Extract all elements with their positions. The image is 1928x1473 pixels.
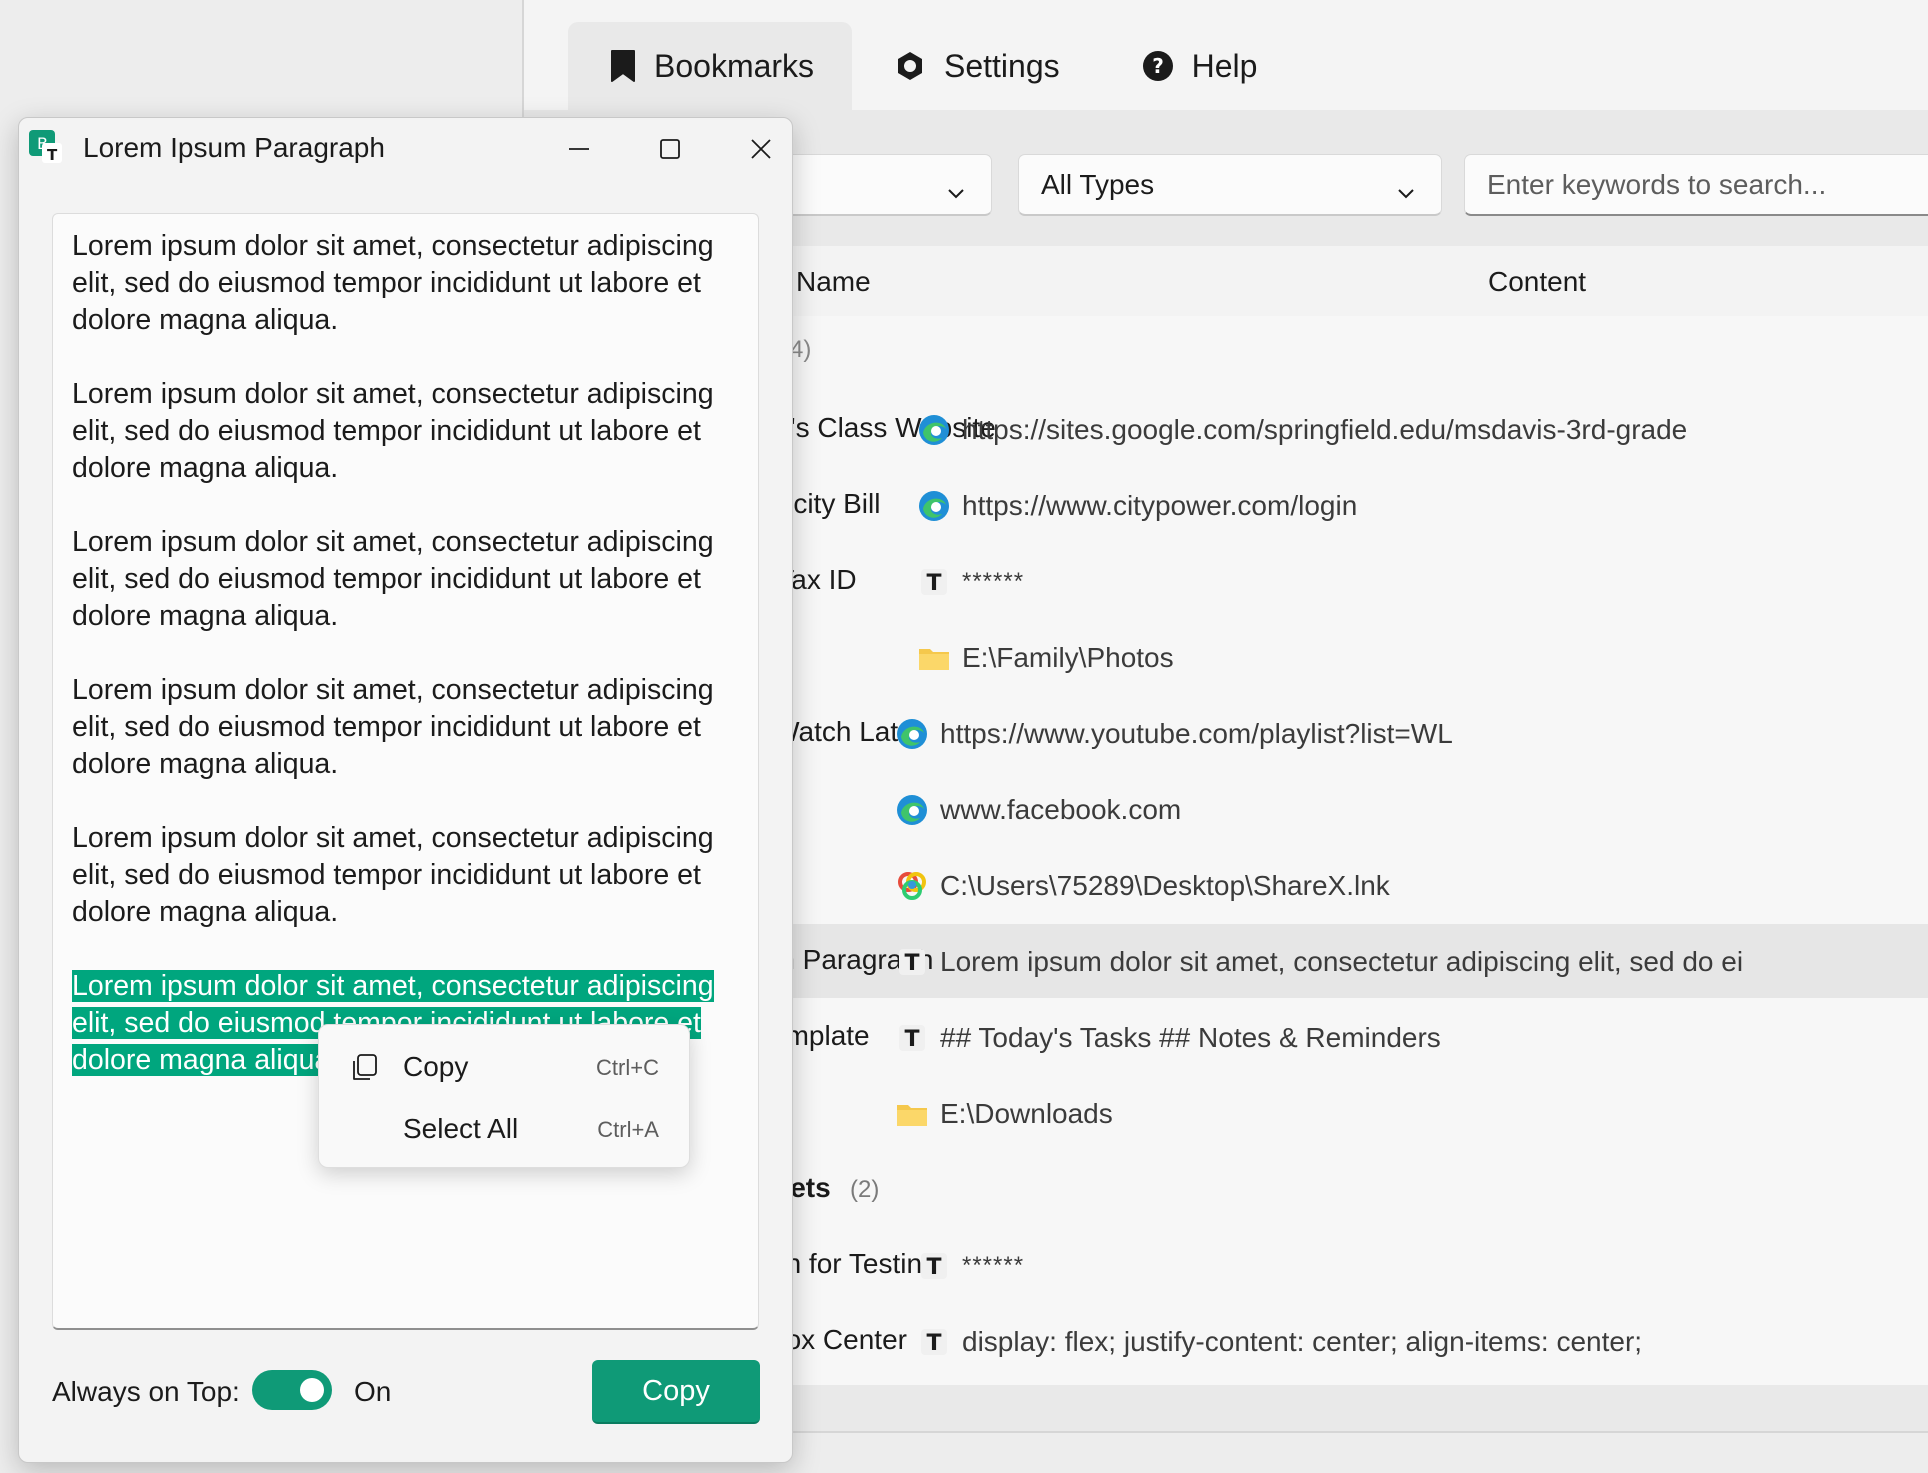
tab-bookmarks[interactable]: Bookmarks [568,22,852,110]
bookmark-content: https://www.youtube.com/playlist?list=WL [894,716,1453,752]
bookmark-icon [610,48,636,84]
folder-icon [916,640,952,676]
content-text: ****** [962,568,1025,595]
folder-icon [894,1096,930,1132]
tab-help[interactable]: ? Help [1100,22,1298,110]
toggle-state-label: On [354,1376,392,1407]
search-input[interactable]: Enter keywords to search... [1464,154,1928,216]
bookmark-name: 4) [790,336,812,363]
bookmark-content: Tdisplay: flex; justify-content: center;… [916,1324,1642,1360]
gear-icon [894,48,926,84]
edge-icon [916,412,952,448]
svg-text:T: T [904,951,919,976]
content-text: Lorem ipsum dolor sit amet, consectetur … [940,946,1744,977]
maximize-icon [660,139,680,159]
bookmark-content: C:\Users\75289\Desktop\ShareX.lnk [894,868,1390,904]
menu-item-label: Select All [403,1113,519,1144]
content-text: https://www.citypower.com/login [962,490,1358,521]
bookmark-content: https://sites.google.com/springfield.edu… [916,412,1687,448]
bookmark-content: https://www.citypower.com/login [916,488,1357,524]
content-text: ****** [962,1252,1025,1279]
menu-item-select-all[interactable]: Select All Ctrl+A [319,1097,689,1159]
svg-text:T: T [904,1027,919,1052]
edge-icon [894,716,930,752]
content-text: www.facebook.com [940,794,1182,825]
bookmark-content: E:\Family\Photos [916,640,1174,676]
sharex-icon [894,868,930,904]
text-icon: T [916,1324,952,1360]
lorem-ipsum-popup-window: B T Lorem Ipsum Paragraph Lorem ipsum do… [18,117,793,1463]
title-bar[interactable]: B T Lorem Ipsum Paragraph [19,118,792,180]
type-filter-dropdown[interactable]: All Types [1018,154,1442,216]
maximize-button[interactable] [625,118,715,180]
svg-text:T: T [926,1255,941,1280]
context-menu: Copy Ctrl+C Select All Ctrl+A [318,1024,690,1168]
minimize-icon [569,148,589,150]
close-button[interactable] [716,118,792,180]
edge-icon [916,488,952,524]
bookmark-content: E:\Downloads [894,1096,1113,1132]
bookmark-content: www.facebook.com [894,792,1181,828]
bookmark-content: T Lorem ipsum dolor sit amet, consectetur… [894,944,1743,980]
svg-text:T: T [926,1331,941,1356]
copy-button[interactable]: Copy [592,1360,760,1424]
copy-icon [349,1053,379,1083]
type-filter-value: All Types [1041,168,1155,200]
always-on-top-toggle[interactable] [252,1370,332,1410]
close-icon [751,139,771,159]
tab-bar: Bookmarks Settings ? Help [568,22,1297,110]
paragraph: Lorem ipsum dolor sit amet, consectetur … [72,526,714,632]
bookmark-content: T ****** [916,564,1024,600]
tab-label: Bookmarks [654,47,815,84]
tab-label: Settings [944,47,1060,84]
content-text: C:\Users\75289\Desktop\ShareX.lnk [940,870,1390,901]
text-icon: T [916,564,952,600]
menu-item-shortcut: Ctrl+C [596,1055,659,1080]
content-text: https://sites.google.com/springfield.edu… [962,414,1688,445]
column-content-header[interactable]: Content [1488,266,1586,298]
app-icon: B T [28,129,64,165]
content-text: E:\Family\Photos [962,642,1174,673]
chevron-down-icon [1397,175,1415,207]
search-placeholder: Enter keywords to search... [1487,168,1827,200]
help-icon: ? [1142,48,1174,84]
content-text: display: flex; justify-content: center; … [962,1326,1643,1357]
tab-settings[interactable]: Settings [852,22,1100,110]
minimize-button[interactable] [534,118,624,180]
svg-text:?: ? [1152,54,1164,78]
paragraph: Lorem ipsum dolor sit amet, consectetur … [72,674,714,780]
chevron-down-icon [947,175,965,207]
text-icon: T [916,1248,952,1284]
text-icon: T [894,1020,930,1056]
window-title: Lorem Ipsum Paragraph [83,132,385,163]
menu-item-label: Copy [403,1051,469,1082]
menu-item-copy[interactable]: Copy Ctrl+C [319,1035,689,1097]
svg-text:T: T [47,146,58,164]
paragraph: Lorem ipsum dolor sit amet, consectetur … [72,378,714,484]
edge-icon [894,792,930,828]
menu-item-shortcut: Ctrl+A [597,1117,659,1142]
bookmark-content: T ****** [916,1248,1024,1284]
svg-text:T: T [926,571,941,596]
content-text: E:\Downloads [940,1098,1113,1129]
paragraph: Lorem ipsum dolor sit amet, consectetur … [72,230,714,336]
text-icon: T [894,944,930,980]
tab-label: Help [1191,47,1258,84]
content-text: ## Today's Tasks ## Notes & Reminders [940,1022,1441,1053]
group-count: (2) [850,1176,880,1203]
bookmark-content: T ## Today's Tasks ## Notes & Reminders [894,1020,1441,1056]
column-name-header[interactable]: Name [796,266,871,298]
paragraph: Lorem ipsum dolor sit amet, consectetur … [72,822,714,928]
toggle-knob [300,1378,324,1402]
content-text: https://www.youtube.com/playlist?list=WL [940,718,1453,749]
always-on-top-label: Always on Top: [52,1376,240,1407]
